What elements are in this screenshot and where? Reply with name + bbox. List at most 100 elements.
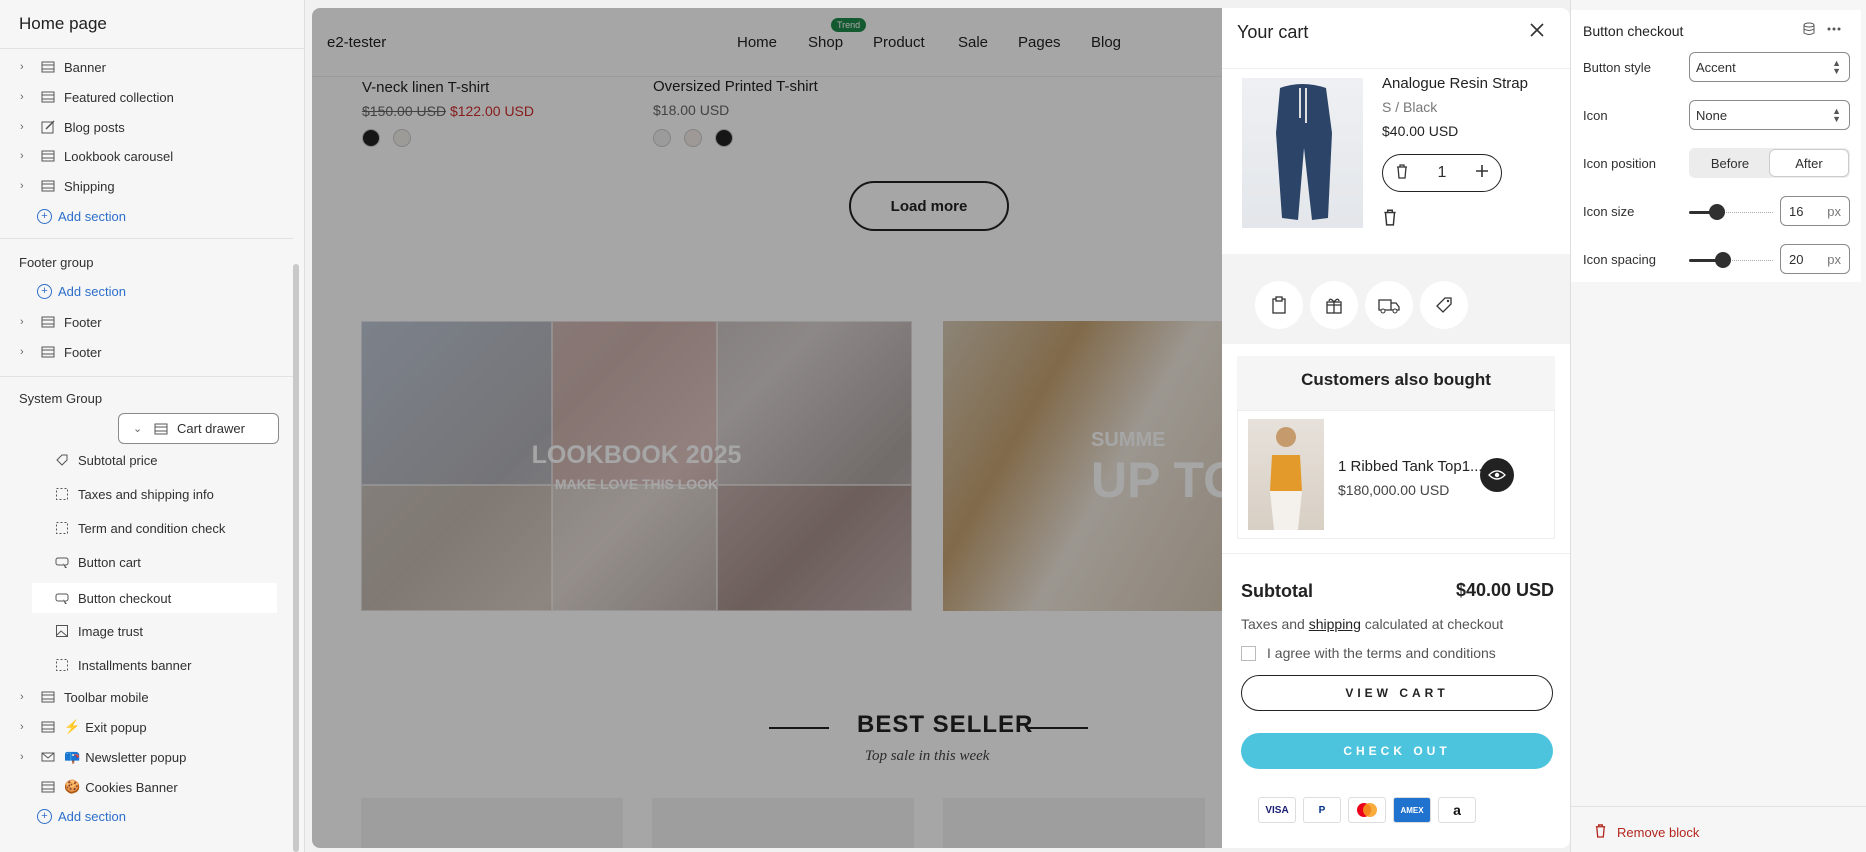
section-toolbar-mobile[interactable]: › Toolbar mobile — [12, 683, 287, 711]
block-taxes-shipping[interactable]: Taxes and shipping info — [12, 480, 287, 508]
quantity-stepper[interactable]: 1 — [1382, 154, 1502, 192]
icon-position-before[interactable]: Before — [1691, 150, 1769, 176]
trash-icon[interactable] — [1395, 163, 1409, 184]
section-label: Cart drawer — [177, 421, 245, 436]
icon-spacing-value[interactable]: 20 — [1789, 252, 1803, 267]
add-section-button[interactable]: + Add section — [37, 209, 126, 224]
icon-size-value[interactable]: 16 — [1789, 204, 1803, 219]
block-installments-banner[interactable]: Installments banner — [12, 651, 287, 679]
trash-icon[interactable] — [1382, 208, 1400, 226]
clipboard-icon[interactable] — [1255, 281, 1303, 329]
section-label: Toolbar mobile — [64, 689, 149, 705]
chevron-right-icon[interactable]: › — [20, 61, 34, 73]
section-footer[interactable]: › Footer — [12, 308, 287, 336]
section-icon — [40, 178, 56, 194]
section-lookbook-carousel[interactable]: › Lookbook carousel — [12, 142, 287, 170]
taxes-info: Taxes and shipping calculated at checkou… — [1241, 616, 1503, 632]
button-style-label: Button style — [1583, 60, 1651, 75]
icon-size-input[interactable]: 16 px — [1780, 196, 1850, 226]
tag-icon[interactable] — [1420, 281, 1468, 329]
section-label: Newsletter popup — [85, 749, 187, 765]
chevron-right-icon[interactable]: › — [20, 150, 34, 162]
block-settings-panel: Button checkout Button style Accent ▲ ▼ Ic… — [1570, 0, 1866, 852]
chevron-right-icon[interactable]: › — [20, 721, 34, 733]
slider-handle[interactable] — [1709, 204, 1725, 220]
block-icon — [54, 657, 70, 673]
mastercard-icon — [1348, 797, 1386, 823]
quantity-value[interactable]: 1 — [1438, 164, 1447, 182]
section-label: Cookies Banner — [85, 779, 178, 795]
section-newsletter-popup[interactable]: › 📪 Newsletter popup — [12, 743, 287, 771]
recommended-product-image[interactable] — [1248, 419, 1324, 530]
button-style-select[interactable]: Accent ▲ ▼ — [1689, 52, 1850, 82]
remove-block-label: Remove block — [1617, 824, 1700, 840]
chevron-right-icon[interactable]: › — [20, 91, 34, 103]
add-section-button[interactable]: + Add section — [37, 809, 126, 824]
shipping-link[interactable]: shipping — [1309, 616, 1361, 632]
block-subtotal-price[interactable]: Subtotal price — [12, 446, 287, 474]
section-shipping[interactable]: › Shipping — [12, 172, 287, 200]
icon-spacing-input[interactable]: 20 px — [1780, 244, 1850, 274]
slider-handle[interactable] — [1715, 252, 1731, 268]
remove-block-button[interactable]: Remove block — [1594, 823, 1699, 841]
chevron-right-icon[interactable]: › — [20, 121, 34, 133]
cart-title: Your cart — [1237, 22, 1309, 42]
also-bought-section: Customers also bought 1 Ribbed Tank Top1… — [1237, 356, 1555, 539]
block-term-condition[interactable]: Term and condition check — [12, 514, 287, 542]
icon-size-slider[interactable] — [1689, 204, 1773, 220]
view-cart-button[interactable]: VIEW CART — [1241, 675, 1553, 711]
terms-checkbox[interactable] — [1241, 645, 1256, 661]
cart-item-variant: S / Black — [1382, 99, 1438, 115]
section-cart-drawer[interactable]: ⌄ Cart drawer — [118, 413, 279, 444]
section-icon — [40, 779, 56, 795]
add-section-button[interactable]: + Add section — [37, 284, 126, 299]
section-footer[interactable]: › Footer — [12, 338, 287, 366]
icon-position-after[interactable]: After — [1770, 150, 1848, 176]
sidebar-scrollbar[interactable] — [293, 264, 299, 852]
chevron-down-icon[interactable]: ⌄ — [133, 422, 147, 435]
section-icon — [40, 59, 56, 75]
section-icon — [40, 344, 56, 360]
icon-position-toggle[interactable]: Before After — [1689, 148, 1850, 178]
recommended-product-name[interactable]: 1 Ribbed Tank Top1... — [1338, 458, 1483, 475]
section-icon — [40, 89, 56, 105]
gift-icon[interactable] — [1310, 281, 1358, 329]
recommended-product[interactable]: 1 Ribbed Tank Top1... $180,000.00 USD — [1237, 410, 1555, 539]
section-banner[interactable]: › Banner — [12, 53, 287, 81]
block-button-checkout[interactable]: Button checkout — [32, 583, 277, 613]
image-icon — [54, 623, 70, 639]
footer-group-title: Footer group — [19, 255, 94, 270]
terms-checkbox-row[interactable]: I agree with the terms and conditions — [1241, 645, 1496, 661]
section-blog-posts[interactable]: › Blog posts — [12, 113, 287, 141]
eye-icon[interactable] — [1480, 458, 1514, 492]
section-label: Footer — [64, 344, 102, 360]
cart-item-price: $40.00 USD — [1382, 123, 1459, 139]
divider — [0, 48, 305, 49]
icon-spacing-slider[interactable] — [1689, 252, 1773, 268]
cart-item-image[interactable] — [1242, 78, 1363, 228]
block-label: Subtotal price — [78, 452, 158, 468]
chevron-right-icon[interactable]: › — [20, 751, 34, 763]
section-cookies-banner[interactable]: 🍪 Cookies Banner — [12, 773, 287, 801]
plus-icon[interactable] — [1475, 164, 1489, 183]
section-exit-popup[interactable]: › ⚡ Exit popup — [12, 713, 287, 741]
chevron-right-icon[interactable]: › — [20, 180, 34, 192]
database-icon[interactable] — [1802, 22, 1816, 39]
section-featured-collection[interactable]: › Featured collection — [12, 83, 287, 111]
close-icon[interactable] — [1527, 20, 1549, 42]
truck-icon[interactable] — [1365, 281, 1413, 329]
section-icon — [40, 719, 56, 735]
plus-circle-icon: + — [37, 284, 52, 299]
icon-select[interactable]: None ▲ ▼ — [1689, 100, 1850, 130]
more-icon[interactable] — [1826, 22, 1842, 39]
cart-item-name[interactable]: Analogue Resin Strap — [1382, 75, 1528, 92]
chevron-right-icon[interactable]: › — [20, 691, 34, 703]
block-button-cart[interactable]: Button cart — [12, 548, 287, 576]
button-block-icon — [54, 554, 70, 570]
chevron-right-icon[interactable]: › — [20, 316, 34, 328]
chevron-right-icon[interactable]: › — [20, 346, 34, 358]
section-icon — [40, 689, 56, 705]
store-preview: e2-tester Home Shop Trend Product Sale P… — [312, 8, 1570, 848]
checkout-button[interactable]: CHECK OUT — [1241, 733, 1553, 769]
block-image-trust[interactable]: Image trust — [12, 617, 287, 645]
